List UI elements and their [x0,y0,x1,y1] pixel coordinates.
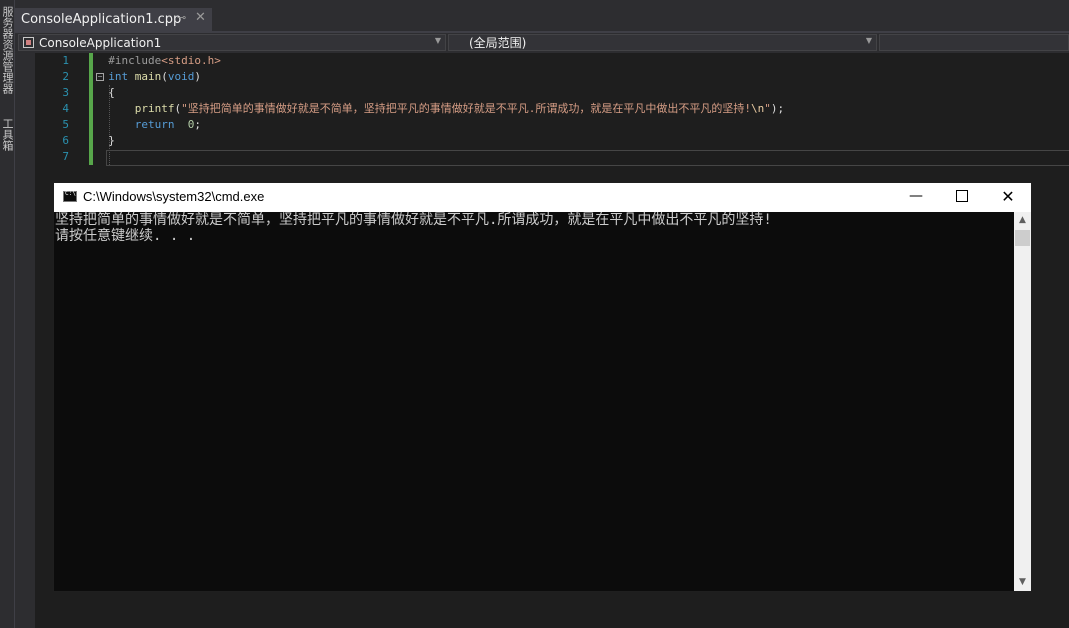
project-dropdown-label: ConsoleApplication1 [39,35,162,50]
close-icon[interactable]: ✕ [985,183,1031,212]
line-number-gutter: 1 2 3 4 5 6 7 [35,53,75,165]
side-tab-toolbox[interactable]: 工具箱 [0,118,14,151]
document-tab-bar: ConsoleApplication1.cpp ⊸ ✕ [15,8,1069,31]
code-line-5: return 0; [134,118,201,131]
scroll-down-icon[interactable]: ▼ [1014,574,1031,591]
scope-dropdown[interactable]: (全局范围) ▼ [448,34,877,51]
project-dropdown[interactable]: ConsoleApplication1 ▼ [18,34,446,51]
line-number: 3 [62,86,69,99]
code-line-2: − int main(void) [96,70,201,83]
console-window[interactable]: C:\Windows\system32\cmd.exe — ✕ 坚持把简单的事情… [54,183,1031,591]
line-number: 2 [62,70,69,83]
close-icon[interactable]: ✕ [195,10,206,25]
scroll-up-icon[interactable]: ▲ [1014,212,1031,229]
collapse-outline-icon[interactable]: − [96,73,104,81]
side-tab-server-explorer[interactable]: 服务器资源管理器 [0,6,14,94]
console-output-line: 请按任意键继续. . . [55,228,196,244]
navigation-bar: ConsoleApplication1 ▼ (全局范围) ▼ [15,33,1069,52]
left-tool-strip: 服务器资源管理器 工具箱 [0,0,15,628]
maximize-icon[interactable] [939,183,985,212]
code-line-6: } [108,134,115,147]
console-titlebar[interactable]: C:\Windows\system32\cmd.exe — ✕ [54,183,1031,212]
line-number: 6 [62,134,69,147]
document-tab[interactable]: ConsoleApplication1.cpp ⊸ ✕ [15,8,212,31]
console-output[interactable]: 坚持把简单的事情做好就是不简单，坚持把平凡的事情做好就是不平凡.所谓成功，就是在… [54,212,1015,591]
dropdown-arrow-icon: ▼ [434,36,441,45]
current-line-highlight [106,150,1069,166]
cmd-icon [63,190,77,202]
console-output-line: 坚持把简单的事情做好就是不简单，坚持把平凡的事情做好就是不平凡.所谓成功，就是在… [55,212,772,228]
line-number: 1 [62,54,69,67]
code-line-3: { [108,86,115,99]
code-line-1: #include<stdio.h> [108,54,221,67]
minimize-icon[interactable]: — [893,183,939,212]
code-line-4: printf("坚持把简单的事情做好就是不简单，坚持把平凡的事情做好就是不平凡.… [134,102,785,115]
line-number: 5 [62,118,69,131]
change-tracking-bar [89,53,93,165]
document-tab-label: ConsoleApplication1.cpp [21,12,182,27]
code-area[interactable]: #include<stdio.h> − int main(void) { pri… [95,53,1069,165]
console-title: C:\Windows\system32\cmd.exe [83,189,265,204]
scope-dropdown-label: (全局范围) [469,36,527,50]
dropdown-arrow-icon: ▼ [865,36,872,45]
project-icon [23,37,34,48]
line-number: 4 [62,102,69,115]
pin-icon[interactable]: ⊸ [177,11,186,24]
console-scrollbar[interactable]: ▲ ▼ [1014,212,1031,591]
line-number: 7 [62,150,69,163]
scroll-thumb[interactable] [1015,230,1030,246]
member-dropdown[interactable] [879,34,1069,51]
